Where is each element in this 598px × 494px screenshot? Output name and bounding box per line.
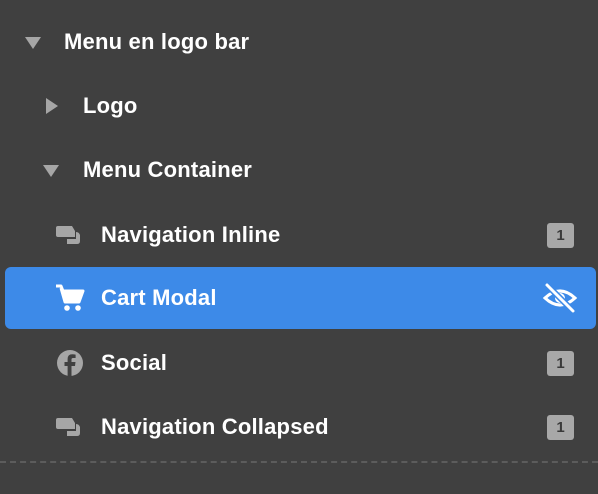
tree-item-label: Logo [83,93,138,118]
tree-item-cart-modal[interactable]: Cart Modal [5,267,596,329]
tree-item-logo[interactable]: Logo [0,75,598,137]
tree-item-menu-en-logo-bar[interactable]: Menu en logo bar [0,11,598,73]
tree-item-social[interactable]: Social 1 [0,332,598,394]
count-badge: 1 [547,351,574,376]
tree-item-label: Menu en logo bar [64,29,250,54]
tree-item-label: Navigation Inline [101,222,281,247]
count-badge: 1 [547,223,574,248]
tree-item-label: Cart Modal [101,285,217,310]
navigation-icon [55,223,85,252]
tree-item-navigation-collapsed[interactable]: Navigation Collapsed 1 [0,396,598,458]
caret-down-icon[interactable] [24,36,42,55]
caret-right-icon[interactable] [45,97,59,120]
tree-item-label: Social [101,350,168,375]
count-badge: 1 [547,415,574,440]
tree-item-menu-container[interactable]: Menu Container [0,139,598,201]
divider [0,461,598,463]
cart-icon [54,283,86,318]
tree-item-navigation-inline[interactable]: Navigation Inline 1 [0,204,598,266]
facebook-icon [56,349,84,382]
navigation-icon [55,415,85,444]
hidden-eye-icon[interactable] [542,282,578,319]
tree-item-label: Navigation Collapsed [101,414,329,439]
tree-item-label: Menu Container [83,157,253,182]
caret-down-icon[interactable] [42,164,60,183]
